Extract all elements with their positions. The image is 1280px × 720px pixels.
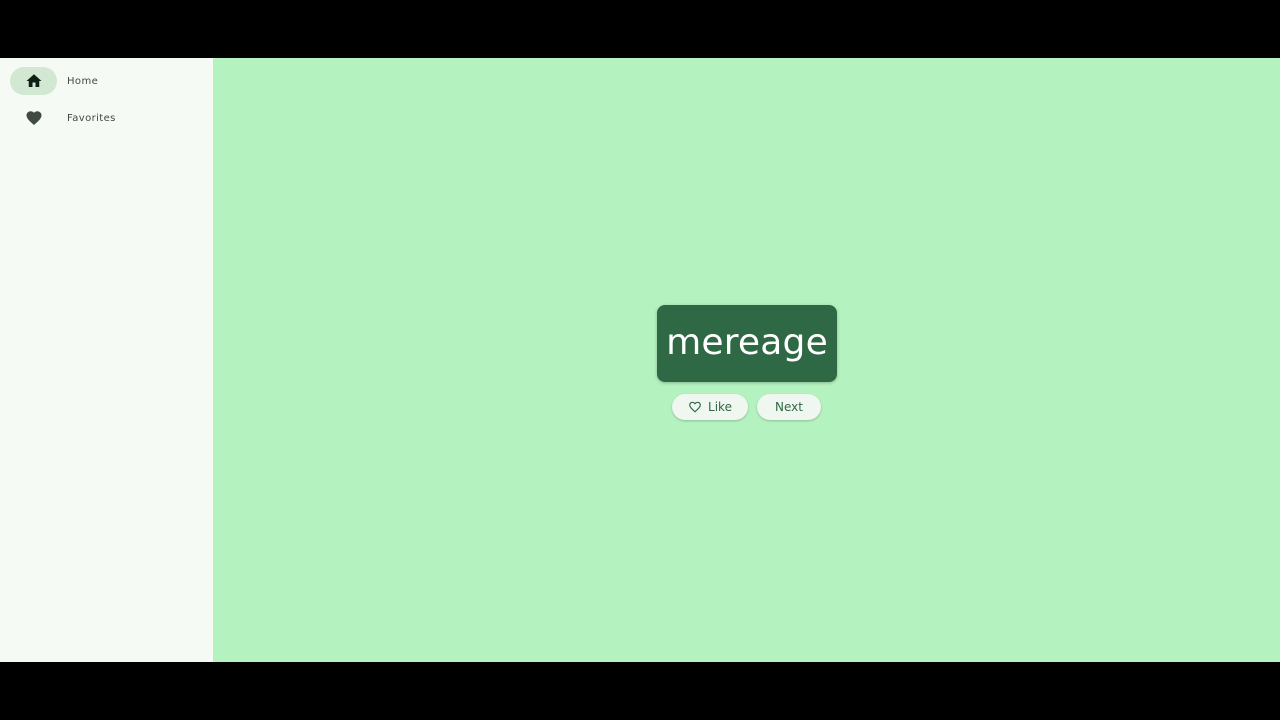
nav-label-favorites: Favorites <box>67 112 116 124</box>
app-window: Home Favorites mereage Like Next <box>0 58 1280 662</box>
home-icon <box>26 74 41 87</box>
nav-indicator-home <box>10 67 57 95</box>
like-button[interactable]: Like <box>672 394 748 420</box>
like-button-label: Like <box>708 400 732 414</box>
word-pair-text: mereage <box>666 322 828 363</box>
favorite-icon <box>26 111 41 126</box>
favorite-border-icon <box>689 401 701 413</box>
navigation-rail: Home Favorites <box>0 58 213 662</box>
nav-label-home: Home <box>67 75 99 87</box>
main-content: mereage Like Next <box>213 58 1280 662</box>
next-button[interactable]: Next <box>757 394 821 420</box>
nav-item-home[interactable]: Home <box>0 67 213 95</box>
nav-indicator-favorites <box>10 104 57 132</box>
nav-item-favorites[interactable]: Favorites <box>0 104 213 132</box>
next-button-label: Next <box>775 400 803 414</box>
word-pair-card: mereage <box>657 305 837 382</box>
